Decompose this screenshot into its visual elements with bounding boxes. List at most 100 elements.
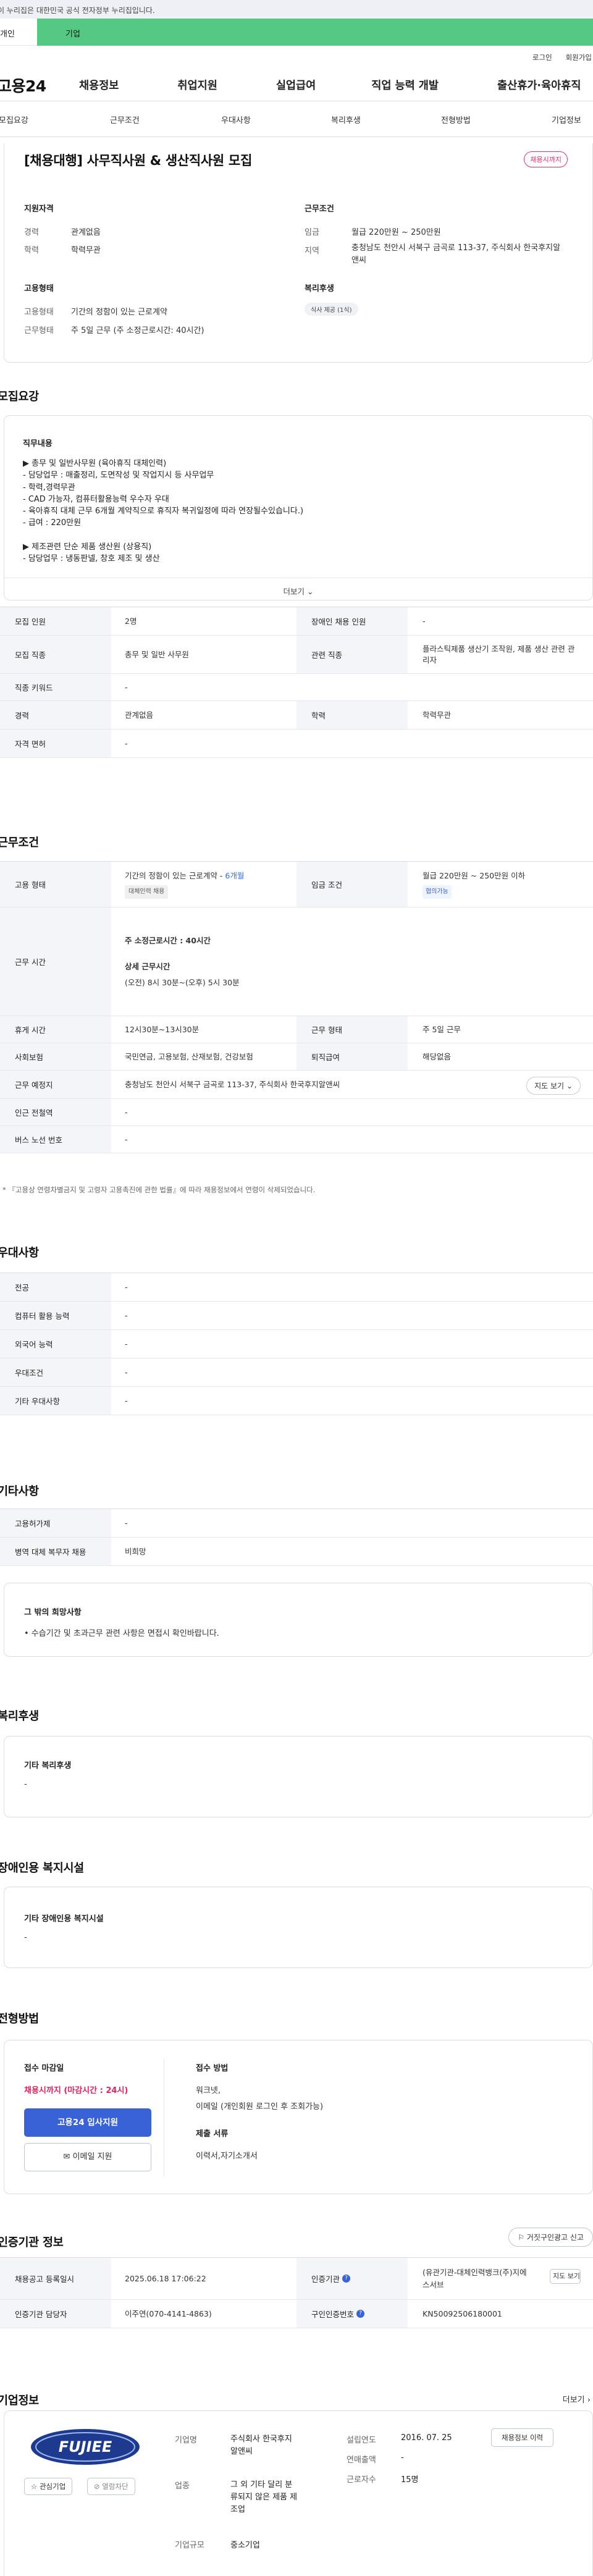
tab-company[interactable]: 기업 bbox=[37, 19, 593, 46]
help-icon[interactable]: ? bbox=[342, 2275, 351, 2283]
employment-label: 고용형태 bbox=[24, 284, 54, 293]
map-button[interactable]: 지도 보기 ⌄ bbox=[526, 1077, 581, 1095]
emp-type-kv: 고용형태 기간의 정함이 있는 근로계약 bbox=[24, 305, 296, 318]
section-tabs: 모집요강 근무조건 우대사항 복리후생 전형방법 기업정보 bbox=[0, 101, 593, 137]
hiring-history-button[interactable]: 채용정보 이력 bbox=[491, 2428, 554, 2447]
org-map-button[interactable]: 지도 보기 bbox=[550, 2269, 581, 2284]
method-value-2: 이메일 (개인회원 로그인 후 조회가능) bbox=[196, 2102, 324, 2111]
tab-company[interactable]: 기업정보 bbox=[552, 114, 581, 125]
row-value: 이주연(070-4141-4863) bbox=[125, 2309, 212, 2318]
emp-value: 기간의 정함이 있는 근로계약 - bbox=[125, 870, 223, 880]
tab-selection[interactable]: 전형방법 bbox=[441, 114, 471, 125]
email-apply-label: 이메일 지원 bbox=[72, 2152, 112, 2161]
tab-welfare[interactable]: 복리후생 bbox=[331, 114, 361, 125]
row-key: 고용허가제 bbox=[0, 1509, 111, 1537]
hours-detail: (오전) 8시 30분~(오후) 5시 30분 bbox=[125, 977, 240, 987]
welfare-label: 복리후생 bbox=[305, 284, 334, 293]
gnb-menu: 채용정보 취업지원 실업급여 직업 능력 개발 출산휴가·육아휴직 bbox=[72, 77, 593, 93]
row-key: 모집 인원 bbox=[0, 607, 111, 635]
company-more-link[interactable]: 더보기 › bbox=[563, 2393, 591, 2405]
gnb-item-training[interactable]: 직업 능력 개발 bbox=[371, 77, 439, 93]
row-value: 총무 및 일반 사무원 bbox=[125, 649, 189, 659]
table-row: 컴퓨터 활용 능력 - bbox=[0, 1302, 593, 1330]
method-value-1: 워크넷, bbox=[196, 2086, 221, 2095]
row-key: 자격 면허 bbox=[0, 730, 111, 757]
tab-personal[interactable]: 개인 bbox=[0, 19, 37, 46]
edu-kv: 학력 학력무관 bbox=[24, 243, 271, 256]
global-nav: 고용24 채용정보 취업지원 실업급여 직업 능력 개발 출산휴가·육아휴직 bbox=[0, 69, 593, 101]
row-key: 전공 bbox=[0, 1273, 111, 1301]
tab-work[interactable]: 근무조건 bbox=[110, 114, 140, 125]
desc-body: ▶ 총무 및 일반사무원 (육아휴직 대체인력) - 담당업무 : 매출정리, … bbox=[23, 459, 304, 564]
career-kv: 경력 관계없음 bbox=[24, 225, 271, 238]
row-value: - bbox=[423, 616, 426, 626]
site-logo[interactable]: 고용24 bbox=[0, 74, 72, 96]
table-row: 채용공고 등록일시 2025.06.18 17:06:22 인증기관? (유관기… bbox=[0, 2258, 593, 2300]
row-value: 충청남도 천안시 서북구 금곡로 113-37, 주식회사 한국후지알앤씨 bbox=[125, 1079, 340, 1089]
wage-value: 월급 220만원 ~ 250만원 이하 bbox=[423, 870, 526, 880]
disability-section-title: 장애인용 복지시설 bbox=[0, 1862, 84, 1875]
gnb-item-jobs[interactable]: 채용정보 bbox=[79, 77, 119, 93]
recruit-section-title: 모집요강 bbox=[0, 390, 39, 403]
gnb-item-parental-leave[interactable]: 출산휴가·육아휴직 bbox=[497, 77, 581, 93]
table-row: 기타 우대사항 - bbox=[0, 1387, 593, 1415]
row-key: 외국어 능력 bbox=[0, 1330, 111, 1358]
deadline-value: 채용시까지 (마감시간 : 24시) bbox=[24, 2086, 128, 2095]
company-staff-value: 15명 bbox=[401, 2475, 419, 2485]
row-key: 직종 키워드 bbox=[0, 674, 111, 701]
table-row: 우대조건 - bbox=[0, 1358, 593, 1387]
conditions-label: 근무조건 bbox=[305, 204, 334, 214]
tab-preference[interactable]: 우대사항 bbox=[221, 114, 251, 125]
report-label: 거짓구인광고 신고 bbox=[526, 2233, 584, 2242]
company-staff-key: 근로자수 bbox=[347, 2475, 376, 2485]
row-key: 근무 시간 bbox=[0, 907, 111, 1016]
row-value: 국민연금, 고용보험, 산재보험, 건강보험 bbox=[125, 1051, 253, 1061]
row-key: 기타 우대사항 bbox=[0, 1387, 111, 1415]
help-icon[interactable]: ? bbox=[356, 2310, 365, 2318]
gnb-item-unemployment[interactable]: 실업급여 bbox=[276, 77, 316, 93]
favorite-company-button[interactable]: ☆ 관심기업 bbox=[24, 2478, 73, 2495]
method-label: 접수 방법 bbox=[196, 2064, 229, 2073]
gnb-item-employment-support[interactable]: 취업지원 bbox=[177, 77, 217, 93]
table-row: 직종 키워드 - bbox=[0, 674, 593, 701]
report-fake-ad-button[interactable]: ⚐ 거짓구인광고 신고 bbox=[508, 2228, 593, 2247]
signup-link[interactable]: 회원가입 bbox=[566, 53, 592, 62]
qualification-label: 지원자격 bbox=[24, 204, 54, 214]
selection-section-title: 전형방법 bbox=[0, 2013, 39, 2026]
desc-more-label: 더보기 bbox=[283, 587, 305, 596]
row-value: KN50092506180001 bbox=[423, 2309, 502, 2318]
row-key: 구인인증번호 bbox=[311, 2310, 355, 2319]
row-key: 버스 노선 번호 bbox=[0, 1126, 111, 1153]
table-row: 외국어 능력 - bbox=[0, 1330, 593, 1358]
apply-button[interactable]: 고용24 입사지원 bbox=[24, 2108, 151, 2137]
desc-more-button[interactable]: 더보기 ⌄ bbox=[4, 578, 592, 600]
row-key: 병역 대체 복무자 채용 bbox=[0, 1538, 111, 1565]
row-value: 2025.06.18 17:06:22 bbox=[125, 2273, 206, 2283]
table-row: 병역 대체 복무자 채용 비희망 bbox=[0, 1538, 593, 1566]
gov-banner-text: 이 누리집은 대한민국 공식 전자정부 누리집입니다. bbox=[0, 6, 155, 15]
row-value: 플라스틱제품 생산기 조작원, 제품 생산 관련 관리자 bbox=[423, 644, 575, 665]
company-sales-key: 연매출액 bbox=[347, 2456, 376, 2465]
row-key: 컴퓨터 활용 능력 bbox=[0, 1302, 111, 1329]
row-value: - bbox=[125, 1395, 128, 1405]
job-description-box: 직무내용 ▶ 총무 및 일반사무원 (육아휴직 대체인력) - 담당업무 : 매… bbox=[4, 415, 593, 600]
table-row: 경력 관계없음 학력 학력무관 bbox=[0, 701, 593, 730]
welfare-chip: 식사 제공 (1식) bbox=[305, 303, 358, 316]
wage-key: 임금 bbox=[305, 228, 319, 237]
login-link[interactable]: 로그인 bbox=[532, 53, 552, 62]
email-apply-button[interactable]: ✉ 이메일 지원 bbox=[24, 2143, 151, 2171]
block-company-button[interactable]: ⊘ 열람차단 bbox=[87, 2478, 135, 2495]
job-title: [채용대행] 사무직사원 & 생산직사원 모집 bbox=[24, 153, 252, 168]
etc-box-text: • 수습기간 및 초과근무 관련 사항은 면접시 확인바랍니다. bbox=[24, 1629, 219, 1638]
account-links: 로그인 회원가입 bbox=[0, 46, 593, 69]
etc-table: 고용허가제 - 병역 대체 복무자 채용 비희망 bbox=[0, 1509, 593, 1566]
company-industry-value: 그 외 기타 달리 분류되지 않은 제품 제조업 bbox=[230, 2480, 298, 2514]
emp-hours-kv: 근무형태 주 5일 근무 (주 소정근로시간: 40시간) bbox=[24, 324, 296, 336]
docs-label: 제출 서류 bbox=[196, 2129, 229, 2139]
row-key: 고용 형태 bbox=[0, 862, 111, 907]
docs-value: 이력서,자기소개서 bbox=[196, 2152, 258, 2161]
chevron-right-icon: › bbox=[587, 2396, 591, 2405]
tab-recruit[interactable]: 모집요강 bbox=[0, 114, 28, 125]
table-row: 고용 형태 기간의 정함이 있는 근로계약 - 6개월 대체인력 채용 임금 조… bbox=[0, 862, 593, 907]
career-value: 관계없음 bbox=[71, 228, 101, 237]
